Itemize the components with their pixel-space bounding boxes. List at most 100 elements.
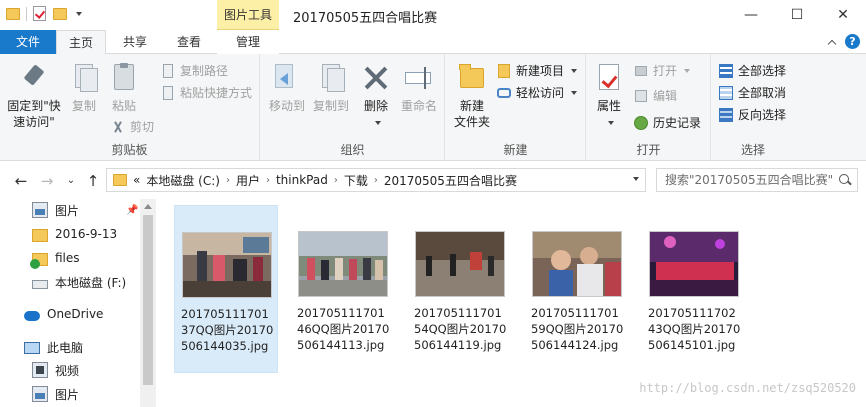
maximize-button[interactable]: ☐ <box>774 0 820 30</box>
tab-manage[interactable]: 管理 <box>217 30 279 54</box>
file-name: 20170511170154QQ图片20170506144119.jpg <box>414 306 507 352</box>
properties-label: 属性 <box>596 99 621 113</box>
close-button[interactable]: ✕ <box>820 0 866 30</box>
new-item-label: 新建项目 <box>516 64 565 78</box>
new-folder-icon[interactable] <box>53 6 67 22</box>
select-group: 全部选择 全部取消 反向选择 选择 <box>712 54 794 161</box>
collapse-ribbon-chevron-icon[interactable] <box>827 37 837 47</box>
nav-item-files[interactable]: files <box>30 247 80 269</box>
properties-check-icon[interactable] <box>33 6 47 22</box>
tab-home[interactable]: 主页 <box>56 30 106 55</box>
breadcrumb-item[interactable]: 20170505五四合唱比赛 <box>384 172 517 189</box>
breadcrumb-item[interactable]: 下载 <box>344 172 368 189</box>
paste-label: 粘贴 <box>111 99 136 113</box>
breadcrumb-overflow[interactable]: « <box>133 173 140 187</box>
file-item[interactable]: 20170511170243QQ图片20170506145101.jpg <box>642 205 746 373</box>
nav-item-label: 本地磁盘 (F:) <box>55 275 127 290</box>
move-to-button[interactable]: 移动到 <box>265 62 309 114</box>
address-dropdown-caret-icon[interactable] <box>633 177 639 181</box>
file-item[interactable]: 20170511170159QQ图片20170506144124.jpg <box>525 205 629 373</box>
synced-folder-icon <box>30 252 48 269</box>
help-icon[interactable]: ? <box>845 34 860 49</box>
nav-item-videos[interactable]: 视频 <box>32 359 79 381</box>
paste-shortcut-button[interactable]: 粘贴快捷方式 <box>160 84 252 101</box>
open-group-label: 打开 <box>636 143 661 157</box>
scroll-up-arrow-icon[interactable] <box>144 204 152 209</box>
ribbon-tabs: 文件 主页 共享 查看 管理 ? <box>0 30 866 55</box>
paste-shortcut-icon <box>160 85 176 101</box>
back-arrow-icon[interactable]: ← <box>12 172 30 190</box>
easy-access-button[interactable]: 轻松访问 <box>496 84 578 101</box>
customize-toolbar-chevron-icon[interactable] <box>73 6 87 22</box>
forward-arrow-icon[interactable]: → <box>38 172 56 190</box>
select-none-button[interactable]: 全部取消 <box>718 84 786 101</box>
cut-button[interactable]: 剪切 <box>110 118 154 135</box>
invert-selection-button[interactable]: 反向选择 <box>718 106 786 123</box>
pin-to-quick-access-button[interactable]: 固定到"快 速访问" <box>4 62 64 130</box>
select-none-icon <box>718 85 734 101</box>
history-button[interactable]: 历史记录 <box>633 114 701 131</box>
easy-access-caret-icon <box>571 90 578 95</box>
delete-button[interactable]: 删除 <box>359 62 393 130</box>
breadcrumb-separator-icon[interactable]: › <box>226 175 230 186</box>
window-controls: — ☐ ✕ <box>728 0 866 30</box>
breadcrumb-separator-icon[interactable]: › <box>334 175 338 186</box>
file-item[interactable]: 20170511170154QQ图片20170506144119.jpg <box>408 205 512 373</box>
copy-to-button[interactable]: 复制到 <box>309 62 353 114</box>
file-item[interactable]: 20170511170146QQ图片20170506144113.jpg <box>291 205 395 373</box>
pin-label-line2: 速访问" <box>13 115 55 129</box>
nav-item-local-disk-f[interactable]: 本地磁盘 (F:) <box>32 271 126 293</box>
delete-dropdown-caret-icon[interactable] <box>359 114 393 130</box>
address-row: ← → ⌄ ↑ « 本地磁盘 (C:) › 用户 › thinkPad › 下载… <box>0 161 866 199</box>
new-item-icon <box>496 63 512 79</box>
nav-item-label: 图片 <box>55 387 80 402</box>
file-item[interactable]: 20170511170137QQ图片20170506144035.jpg <box>174 205 278 373</box>
properties-button[interactable]: 属性 <box>591 62 627 130</box>
breadcrumb-item[interactable]: 用户 <box>236 172 260 189</box>
breadcrumb-separator-icon[interactable]: › <box>374 175 378 186</box>
recent-locations-chevron-icon[interactable]: ⌄ <box>62 172 80 190</box>
nav-item-2016-9-13[interactable]: 2016-9-13 <box>32 223 117 245</box>
search-input[interactable]: 搜索"20170505五四合唱比赛" <box>656 168 858 192</box>
nav-item-pictures[interactable]: 图片 <box>32 199 79 221</box>
title-bar: 图片工具 20170505五四合唱比赛 — ☐ ✕ <box>0 0 866 30</box>
new-folder-button[interactable]: 新建 文件夹 <box>450 62 494 130</box>
paste-button[interactable]: 粘贴 <box>106 62 142 114</box>
this-pc-icon <box>24 341 40 354</box>
address-bar[interactable]: « 本地磁盘 (C:) › 用户 › thinkPad › 下载 › 20170… <box>106 168 646 192</box>
open-button[interactable]: 打开 <box>633 62 691 79</box>
select-all-button[interactable]: 全部选择 <box>718 62 786 79</box>
breadcrumb-item[interactable]: thinkPad <box>276 173 328 187</box>
file-name: 20170511170137QQ图片20170506144035.jpg <box>181 307 274 353</box>
search-icon <box>839 174 851 186</box>
nav-scrollbar[interactable] <box>140 199 156 407</box>
watermark-text: http://blog.csdn.net/zsq520520 <box>639 381 856 395</box>
copy-button[interactable]: 复制 <box>66 62 102 114</box>
breadcrumb-separator-icon[interactable]: › <box>266 175 270 186</box>
copy-path-button[interactable]: 复制路径 <box>160 62 228 79</box>
copy-path-icon <box>160 63 176 79</box>
scroll-thumb[interactable] <box>143 215 153 385</box>
window-title: 20170505五四合唱比赛 <box>293 11 438 26</box>
tab-share[interactable]: 共享 <box>110 30 160 54</box>
up-arrow-icon[interactable]: ↑ <box>84 172 102 190</box>
nav-item-pictures-2[interactable]: 图片 <box>32 383 79 405</box>
image-thumbnail <box>649 231 739 297</box>
edit-button[interactable]: 编辑 <box>633 87 677 104</box>
folder-icon <box>32 228 48 242</box>
easy-access-icon <box>496 85 512 101</box>
nav-item-label: 2016-9-13 <box>55 227 118 241</box>
nav-item-onedrive[interactable]: OneDrive <box>24 303 103 325</box>
rename-button[interactable]: 重命名 <box>397 62 441 114</box>
folder-icon[interactable] <box>6 6 20 22</box>
new-folder-label-line2: 文件夹 <box>453 115 490 129</box>
breadcrumb-item[interactable]: 本地磁盘 (C:) <box>146 172 220 189</box>
minimize-button[interactable]: — <box>728 0 774 30</box>
easy-access-label: 轻松访问 <box>516 86 565 100</box>
properties-caret-icon[interactable] <box>591 114 627 130</box>
copy-label: 复制 <box>71 99 96 113</box>
tab-file[interactable]: 文件 <box>0 30 56 54</box>
tab-view[interactable]: 查看 <box>164 30 214 54</box>
new-item-button[interactable]: 新建项目 <box>496 62 578 79</box>
nav-item-this-pc[interactable]: 此电脑 <box>24 336 83 358</box>
